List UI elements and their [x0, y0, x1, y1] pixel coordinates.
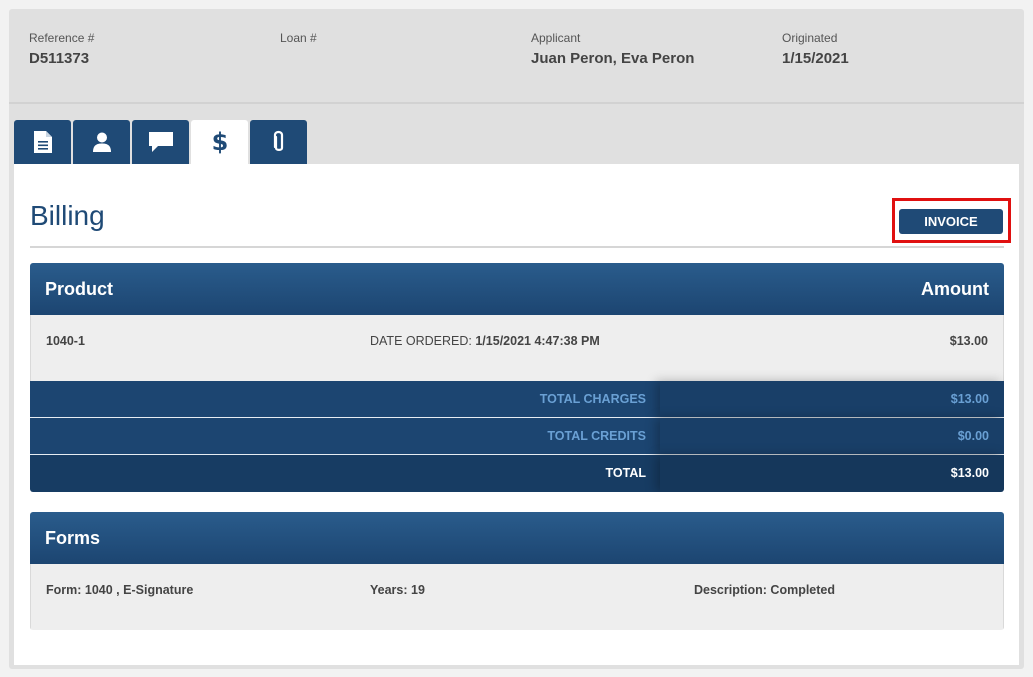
loan-label: Loan # — [280, 31, 317, 45]
applicant-label: Applicant — [531, 31, 581, 45]
form-row: Form: 1040 , E-Signature Years: 19 Descr… — [30, 564, 1004, 630]
grand-total-amount: $13.00 — [950, 466, 989, 480]
forms-panel-header: Forms — [30, 512, 1004, 564]
years-value: 19 — [411, 583, 425, 597]
description-value: Completed — [770, 583, 836, 597]
tab-messages[interactable] — [132, 120, 189, 164]
billing-item-row: 1040-1 DATE ORDERED: 1/15/2021 4:47:38 P… — [30, 315, 1004, 381]
grand-total-row: TOTAL $13.00 — [30, 455, 1004, 492]
reference-value: D511373 — [29, 50, 90, 67]
page-title: Billing — [30, 200, 105, 231]
originated-label: Originated — [782, 31, 838, 45]
tab-applicants[interactable] — [73, 120, 130, 164]
billing-content: Billing INVOICE Product Amount 1040-1 DA… — [14, 164, 1019, 665]
total-charges-label: TOTAL CHARGES — [539, 392, 646, 406]
billing-panel-header: Product Amount — [30, 263, 1004, 315]
form-label: Form: — [46, 583, 82, 597]
tab-attachments[interactable] — [250, 120, 307, 164]
loan-value — [280, 50, 317, 68]
product-name: 1040-1 — [46, 334, 85, 348]
user-icon — [92, 132, 111, 152]
originated-value: 1/15/2021 — [782, 50, 849, 67]
total-credits-row: TOTAL CREDITS $0.00 — [30, 418, 1004, 455]
loan-detail-frame: Reference # D511373 Loan # Applicant Jua… — [9, 9, 1024, 669]
originated-field: Originated 1/15/2021 — [782, 31, 849, 68]
years-info: Years: 19 — [370, 583, 425, 597]
years-label: Years: — [370, 583, 408, 597]
description-info: Description: Completed — [694, 583, 835, 597]
svg-text:$: $ — [211, 129, 228, 155]
total-charges-row: TOTAL CHARGES $13.00 — [30, 381, 1004, 418]
applicant-value: Juan Peron, Eva Peron — [531, 50, 695, 67]
item-amount: $13.00 — [949, 334, 988, 348]
invoice-button[interactable]: INVOICE — [899, 209, 1003, 234]
description-label: Description: — [694, 583, 767, 597]
paperclip-icon — [273, 130, 283, 151]
date-ordered-value: 1/15/2021 4:47:38 PM — [475, 334, 600, 348]
product-column-header: Product — [45, 278, 114, 299]
billing-panel: Product Amount 1040-1 DATE ORDERED: 1/15… — [30, 263, 1004, 492]
date-ordered-label: DATE ORDERED: — [370, 334, 472, 348]
grand-total-label: TOTAL — [605, 466, 646, 480]
reference-field: Reference # D511373 — [29, 31, 94, 68]
form-value: 1040 , E-Signature — [84, 583, 194, 597]
loan-field: Loan # — [280, 31, 317, 68]
chat-icon — [148, 132, 173, 152]
form-info: Form: 1040 , E-Signature — [46, 583, 193, 597]
date-ordered: DATE ORDERED: 1/15/2021 4:47:38 PM — [370, 334, 600, 348]
totals-block: TOTAL CHARGES $13.00 TOTAL CREDITS $0.00… — [30, 381, 1004, 492]
applicant-field: Applicant Juan Peron, Eva Peron — [531, 31, 694, 68]
amount-shade — [660, 418, 1004, 454]
total-credits-label: TOTAL CREDITS — [547, 429, 646, 443]
total-credits-amount: $0.00 — [957, 429, 989, 443]
reference-label: Reference # — [29, 31, 95, 45]
amount-column-header: Amount — [921, 278, 989, 299]
forms-title: Forms — [45, 527, 101, 548]
loan-header: Reference # D511373 Loan # Applicant Jua… — [9, 9, 1024, 104]
title-divider — [30, 246, 1004, 248]
document-icon — [33, 131, 52, 153]
tab-billing[interactable]: $ — [191, 120, 248, 164]
dollar-icon: $ — [211, 129, 228, 155]
forms-panel: Forms Form: 1040 , E-Signature Years: 19… — [30, 512, 1004, 630]
tab-documents[interactable] — [14, 120, 71, 164]
total-charges-amount: $13.00 — [950, 392, 989, 406]
